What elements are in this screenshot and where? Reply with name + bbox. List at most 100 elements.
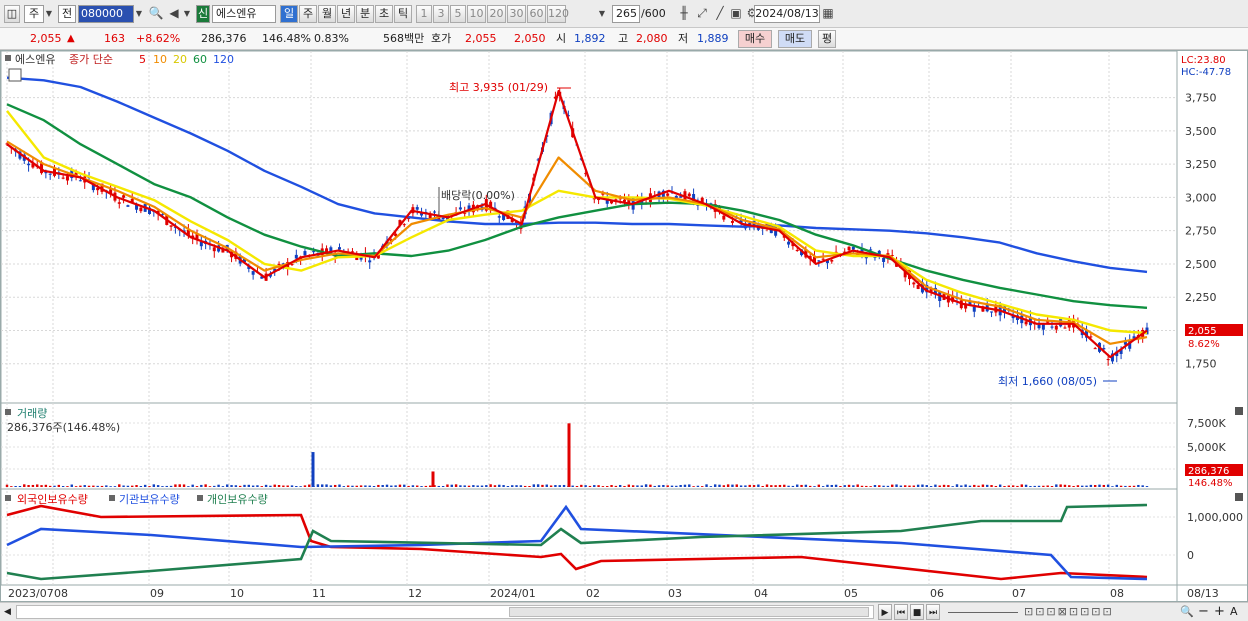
volume-bar xyxy=(973,484,976,487)
volume-bar xyxy=(428,485,432,487)
trend-icon[interactable]: ╱ xyxy=(712,5,728,23)
chart-svg[interactable]: 1,7502,0002,2502,5002,7503,0003,2503,500… xyxy=(0,50,1247,601)
quote-bar: 2,055 ▲ 163 +8.62% 286,376 146.48% 0.83%… xyxy=(0,28,1248,50)
speaker-icon[interactable]: ◀ xyxy=(166,5,182,23)
candle-body xyxy=(687,193,691,197)
moving-average-lines xyxy=(6,76,1148,359)
font-size-icon[interactable]: A xyxy=(1230,604,1242,620)
save-icon[interactable]: ▣ xyxy=(728,5,744,23)
volume-bar xyxy=(416,485,419,487)
period-tab-0[interactable]: 일 xyxy=(280,5,298,23)
period-tab-1[interactable]: 주 xyxy=(299,5,317,23)
interval-tab-10[interactable]: 10 xyxy=(467,5,486,23)
volume-bar xyxy=(290,485,294,487)
candle-icon[interactable]: ╫ xyxy=(676,5,692,23)
volume-bar xyxy=(346,485,350,487)
period-tab-6[interactable]: 틱 xyxy=(394,5,412,23)
turnover-rate: 0.83% xyxy=(314,32,349,45)
volume-bar xyxy=(903,485,907,487)
candle-body xyxy=(795,249,799,251)
stock-name-field[interactable]: 에스엔유 xyxy=(212,5,276,23)
draw-tool-icon[interactable]: ⤢ xyxy=(694,5,710,23)
volume-bar xyxy=(221,486,225,487)
zoom-slider[interactable] xyxy=(948,604,1018,613)
volume-bar xyxy=(364,485,367,487)
chevron-down-icon[interactable]: ▼ xyxy=(134,5,144,23)
volume-bar xyxy=(441,485,445,487)
volume-bar xyxy=(731,484,734,487)
volume-bar xyxy=(74,486,78,487)
y-tick-label: 3,250 xyxy=(1185,158,1217,171)
volume-bar xyxy=(817,484,821,487)
tool-icons[interactable]: ⊡⊡⊡⊠⊡⊡⊡⊡ xyxy=(1024,604,1174,620)
period-tab-3[interactable]: 년 xyxy=(337,5,355,23)
volume-bar xyxy=(277,485,281,487)
pane-close-icon[interactable] xyxy=(1235,407,1243,415)
period-tab-4[interactable]: 분 xyxy=(356,5,374,23)
chevron-down-icon[interactable]: ▼ xyxy=(596,5,608,23)
volume-bar xyxy=(1085,485,1088,487)
last-button[interactable]: ⏭ xyxy=(926,604,940,620)
volume-bars xyxy=(5,423,1149,487)
play-button[interactable]: ▶ xyxy=(878,604,892,620)
volume-bar xyxy=(1137,484,1140,487)
volume-bar xyxy=(649,484,652,487)
horizontal-scrollbar[interactable] xyxy=(16,605,874,619)
volume-bar xyxy=(338,484,341,487)
search-icon[interactable]: 🔍 xyxy=(148,5,164,23)
scroll-thumb[interactable] xyxy=(509,607,869,617)
stock-code-input[interactable]: 080000 xyxy=(78,5,134,23)
grid-toggle-icon[interactable] xyxy=(8,68,22,82)
volume-bar xyxy=(618,484,622,487)
interval-tab-5[interactable]: 5 xyxy=(450,5,466,23)
minus-icon[interactable]: − xyxy=(1198,604,1210,620)
count-input[interactable]: 265 xyxy=(612,5,640,23)
pane-close-icon[interactable] xyxy=(1235,493,1243,501)
scroll-left-icon[interactable]: ◀ xyxy=(4,604,14,620)
candle-body xyxy=(912,282,916,285)
volume-bar xyxy=(113,486,117,487)
interval-tab-60[interactable]: 60 xyxy=(527,5,546,23)
volume-bar xyxy=(325,484,328,487)
sell-button[interactable]: 매도 xyxy=(778,30,812,48)
volume-bar xyxy=(1020,484,1023,487)
average-button[interactable]: 평 xyxy=(818,30,836,48)
period-tab-2[interactable]: 월 xyxy=(318,5,336,23)
volume-value: 286,376 xyxy=(201,32,247,45)
interval-tab-20[interactable]: 20 xyxy=(487,5,506,23)
candle-body xyxy=(139,207,143,212)
first-button[interactable]: ⏮ xyxy=(894,604,908,620)
volume-bar xyxy=(191,484,194,487)
interval-tab-120[interactable]: 120 xyxy=(547,5,569,23)
volume-bar xyxy=(562,484,566,487)
compare-button[interactable]: 전 xyxy=(58,5,76,23)
volume-bar xyxy=(66,486,69,487)
zoom-icon[interactable]: 🔍 xyxy=(1180,604,1194,620)
chevron-down-icon[interactable]: ▼ xyxy=(182,5,192,23)
layout-icon[interactable]: ◫ xyxy=(4,5,20,23)
candle-body xyxy=(916,285,920,289)
interval-tab-1[interactable]: 1 xyxy=(416,5,432,23)
plus-icon[interactable]: + xyxy=(1214,604,1226,620)
volume-bar xyxy=(688,484,691,487)
volume-bar xyxy=(998,484,1002,487)
chart-area[interactable]: 1,7502,0002,2502,5002,7503,0003,2503,500… xyxy=(0,50,1248,602)
candle-body xyxy=(212,247,216,252)
x-tick-label: 09 xyxy=(150,587,164,600)
volume-bar xyxy=(200,484,203,487)
interval-tab-3[interactable]: 3 xyxy=(433,5,449,23)
date-input[interactable]: 2024/08/13 xyxy=(754,5,820,23)
calendar-icon[interactable]: ▦ xyxy=(820,5,836,23)
stop-button[interactable]: ■ xyxy=(910,604,924,620)
chevron-down-icon[interactable]: ▼ xyxy=(44,5,54,23)
volume-bar xyxy=(57,484,61,487)
period-type-select[interactable]: 주 xyxy=(24,5,44,23)
candle-body xyxy=(1093,348,1097,350)
interval-tab-30[interactable]: 30 xyxy=(507,5,526,23)
volume-bar xyxy=(169,485,173,487)
period-tab-5[interactable]: 초 xyxy=(375,5,393,23)
buy-button[interactable]: 매수 xyxy=(738,30,772,48)
volume-bar xyxy=(394,485,397,487)
volume-bar xyxy=(614,485,618,487)
volume-bar xyxy=(152,484,156,487)
